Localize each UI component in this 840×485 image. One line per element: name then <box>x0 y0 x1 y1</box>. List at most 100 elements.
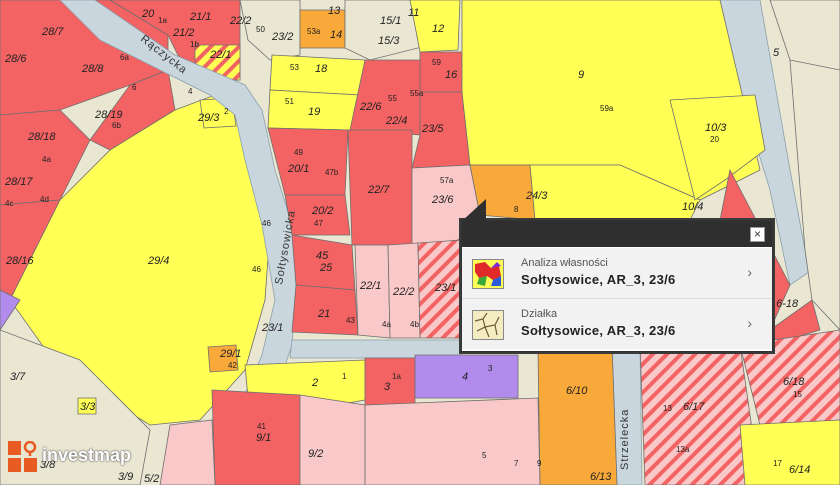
parcel-label: 10/3 <box>705 122 727 134</box>
parcel-label: 14 <box>330 29 342 41</box>
logo-mark-icon <box>8 441 37 472</box>
address-label: 13 <box>663 404 672 413</box>
address-label: 51 <box>285 97 294 106</box>
address-label: 57a <box>440 176 454 185</box>
address-label: 15 <box>793 390 802 399</box>
parcel-label: 6/14 <box>789 464 810 476</box>
ownership-analysis-label: Analiza własności <box>521 257 608 269</box>
parcel-label: 16 <box>445 69 458 81</box>
address-label: 1a <box>392 372 401 381</box>
address-label: 1b <box>190 40 199 49</box>
address-label: 47b <box>325 168 339 177</box>
address-label: 49 <box>294 148 303 157</box>
address-label: 20 <box>710 135 719 144</box>
ownership-analysis-value: Sołtysowice, AR_3, 23/6 <box>521 272 676 287</box>
parcel-label: 16-18 <box>770 298 799 310</box>
parcel-info-popup: × Analiza własności Sołtysowice, AR_3, 2… <box>461 199 773 352</box>
parcel-label: 11 <box>408 7 419 19</box>
parcel-label: 9/2 <box>308 448 323 460</box>
parcel-label: 4 <box>462 371 468 383</box>
parcel-label: 6/18 <box>783 376 805 388</box>
parcel-label: 21 <box>317 308 330 320</box>
parcel-label: 25 <box>319 262 333 274</box>
address-label: 55 <box>388 94 397 103</box>
parcel-label: 24/3 <box>525 190 548 202</box>
parcel-label: 29/1 <box>219 348 241 360</box>
address-label: 4 <box>188 87 193 96</box>
parcel-label: 22/2 <box>229 15 251 27</box>
address-label: 4c <box>5 199 13 208</box>
address-label: 42 <box>228 361 237 370</box>
address-label: 7 <box>514 459 519 468</box>
parcel-label: 29/4 <box>147 255 169 267</box>
road-label-strzelecka: Strzelecka <box>619 409 631 470</box>
parcel-label: 45 <box>316 250 329 262</box>
parcel-label: 15/3 <box>378 35 400 47</box>
address-label: 4d <box>40 195 49 204</box>
address-label: 4b <box>410 320 419 329</box>
parcel-label: 5 <box>773 47 780 59</box>
parcel-type-label: Działka <box>521 308 558 320</box>
parcel-label: 9/1 <box>256 432 271 444</box>
address-label: 46 <box>262 219 271 228</box>
parcel-label: 12 <box>432 23 444 35</box>
popup-row-parcel[interactable]: Działka Sołtysowice, AR_3, 23/6 › <box>462 299 772 349</box>
parcel-label: 28/7 <box>41 26 64 38</box>
address-label: 8 <box>514 205 519 214</box>
parcel-label: 23/2 <box>271 31 293 43</box>
parcel-label: 20/1 <box>287 163 309 175</box>
address-label: 3 <box>488 364 493 373</box>
chevron-right-icon: › <box>747 315 752 331</box>
parcel-label: 22/4 <box>385 115 407 127</box>
ownership-map-icon <box>472 259 504 289</box>
parcel-label: 3/3 <box>80 401 96 413</box>
parcel-label: 28/6 <box>4 53 27 65</box>
close-button[interactable]: × <box>750 227 765 242</box>
address-label: 2 <box>224 107 229 116</box>
parcel-label: 28/17 <box>4 176 33 188</box>
parcel-label: 19 <box>308 106 320 118</box>
chevron-right-icon: › <box>747 264 752 280</box>
logo-text: investmap <box>42 445 132 465</box>
address-label: 5 <box>482 451 487 460</box>
parcel-label: 10/4 <box>682 201 703 213</box>
address-label: 43 <box>346 316 355 325</box>
parcel-label: 22/7 <box>367 184 390 196</box>
popup-row-ownership-analysis[interactable]: Analiza własności Sołtysowice, AR_3, 23/… <box>462 248 772 299</box>
address-label: 53a <box>307 27 321 36</box>
parcel-label: 6/10 <box>566 385 588 397</box>
address-label: 6b <box>112 121 121 130</box>
parcel-label: 20/2 <box>311 205 333 217</box>
address-label: 4a <box>42 155 51 164</box>
address-label: 41 <box>257 422 266 431</box>
parcel-label: 23/5 <box>421 123 444 135</box>
parcel-label: 13 <box>328 5 341 17</box>
address-label: 53 <box>290 63 299 72</box>
parcel-label: 22/1 <box>209 49 231 61</box>
address-label: 55a <box>410 89 424 98</box>
popup-header: × <box>462 221 772 247</box>
parcel-label: 15/1 <box>380 15 401 27</box>
parcel-label: 2 <box>311 377 318 389</box>
address-label: 47 <box>314 219 323 228</box>
parcel-label: 22/1 <box>359 280 381 292</box>
address-label: 4a <box>382 320 391 329</box>
address-label: 6 <box>132 83 137 92</box>
parcel-label: 29/3 <box>197 112 220 124</box>
parcel-label: 22/2 <box>392 286 414 298</box>
parcel-label: 22/6 <box>359 101 382 113</box>
parcel-label: 23/6 <box>431 194 454 206</box>
parcel-label: 6/13 <box>590 471 612 483</box>
parcel-label: 6/17 <box>683 401 705 413</box>
parcel-label: 23/1 <box>434 282 456 294</box>
parcel-label: 28/19 <box>94 109 123 121</box>
parcel-label: 18 <box>315 63 328 75</box>
popup-pointer <box>462 199 486 221</box>
investmap-logo: investmap <box>8 441 168 475</box>
parcel-label: 28/8 <box>81 63 104 75</box>
parcel-label: 23/1 <box>261 322 283 334</box>
address-label: 50 <box>256 25 265 34</box>
address-label: 6a <box>120 53 129 62</box>
address-label: 9 <box>537 459 542 468</box>
parcel-label: 28/16 <box>5 255 34 267</box>
